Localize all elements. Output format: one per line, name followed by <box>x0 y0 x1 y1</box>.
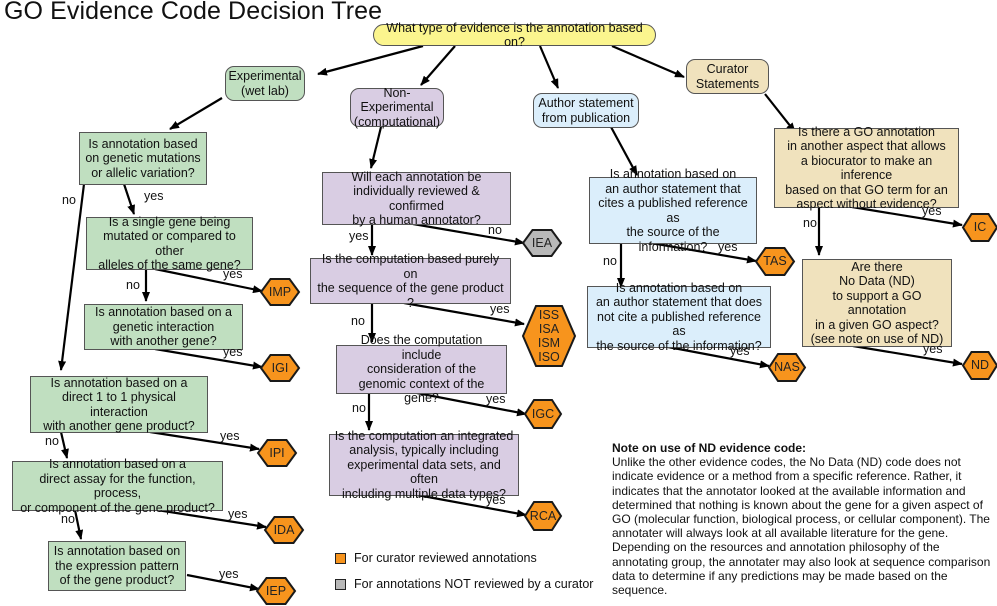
evidence-code-label: IC <box>973 220 987 234</box>
edge-label-no: no <box>61 512 75 526</box>
edge-label-no: no <box>803 216 817 230</box>
evidence-code-label: NAS <box>774 360 800 374</box>
question-expression-pattern: Is annotation based on the expression pa… <box>48 541 186 591</box>
arrow-root-nonexp <box>420 45 456 86</box>
nd-note-title: Note on use of ND evidence code: <box>612 441 807 455</box>
arrow-q3-yes <box>154 347 263 370</box>
category-author-statement: Author statement from publication <box>533 93 639 128</box>
question-physical-interaction: Is annotation based on a direct 1 to 1 p… <box>30 376 208 433</box>
evidence-code-label: IMP <box>268 285 292 299</box>
legend-item-reviewed: For curator reviewed annotations <box>335 551 537 565</box>
arrow-nonexp-to-c1 <box>369 126 383 169</box>
edge-label-yes: yes <box>228 507 248 521</box>
nd-note: Note on use of ND evidence code: Unlike … <box>612 441 997 597</box>
edge-label-yes: yes <box>718 240 738 254</box>
edge-label-yes: yes <box>490 302 510 316</box>
arrow-exp-to-q1 <box>169 97 223 130</box>
edge-label-yes: yes <box>923 342 943 356</box>
edge-label-no: no <box>488 223 502 237</box>
evidence-code-label: IGC <box>531 407 555 421</box>
question-cites-reference: Is annotation based on an author stateme… <box>589 167 757 254</box>
edge-label-no: no <box>351 314 365 328</box>
edge-label-yes: yes <box>349 229 369 243</box>
arrow-root-experimental <box>317 44 424 76</box>
arrow-cur2-yes <box>852 344 963 367</box>
edge-label-yes: yes <box>730 344 750 358</box>
question-no-data: Are there No Data (ND) to support a GO a… <box>802 259 952 347</box>
question-human-reviewed: Will each annotation be individually rev… <box>322 170 511 227</box>
question-inference-other-aspect: Is there a GO annotation in another aspe… <box>774 125 959 211</box>
evidence-code-label: IEA <box>531 236 553 250</box>
nd-note-body: Unlike the other evidence codes, the No … <box>612 455 991 598</box>
evidence-code-label: IPI <box>269 446 285 460</box>
edge-label-no: no <box>352 401 366 415</box>
edge-label-yes: yes <box>486 392 506 406</box>
edge-label-no: no <box>62 193 76 207</box>
root-question: What type of evidence is the annotation … <box>373 21 656 49</box>
question-integrated-analysis: Is the computation an integrated analysi… <box>329 429 519 501</box>
category-curator-statements: Curator Statements <box>686 59 769 94</box>
arrow-q1-yes <box>122 183 136 215</box>
edge-label-yes: yes <box>922 204 942 218</box>
edge-label-yes: yes <box>220 429 240 443</box>
edge-label-no: no <box>126 278 140 292</box>
evidence-code-label: IEP <box>265 584 287 598</box>
edge-label-no: no <box>603 254 617 268</box>
evidence-code-label: ISS ISA ISM ISO <box>537 308 561 364</box>
question-genetic-mutations: Is annotation based on genetic mutations… <box>79 132 207 185</box>
question-sequence-based: Is the computation based purely on the s… <box>310 252 511 310</box>
edge-label-no: no <box>45 434 59 448</box>
legend-label: For curator reviewed annotations <box>354 551 537 565</box>
category-non-experimental: Non-Experimental (computational) <box>350 86 444 129</box>
edge-label-yes: yes <box>486 493 506 507</box>
question-genetic-interaction: Is annotation based on a genetic interac… <box>84 304 243 350</box>
legend-item-not-reviewed: For annotations NOT reviewed by a curato… <box>335 577 593 591</box>
evidence-code-label: ND <box>970 358 990 372</box>
edge-label-yes: yes <box>223 345 243 359</box>
arrow-q4-no <box>59 431 69 459</box>
evidence-code-label: TAS <box>763 254 787 268</box>
arrow-q4-yes <box>149 430 260 452</box>
evidence-code-label: RCA <box>529 509 557 523</box>
arrow-root-curator <box>611 44 685 79</box>
question-direct-assay: Is annotation based on a direct assay fo… <box>12 457 223 515</box>
legend-swatch-orange <box>335 552 346 564</box>
category-experimental: Experimental (wet lab) <box>225 66 305 101</box>
question-single-gene: Is a single gene being mutated or compar… <box>86 215 253 272</box>
question-genomic-context: Does the computation include considerati… <box>336 333 507 405</box>
arrow-root-author <box>538 45 560 89</box>
evidence-code-label: IGI <box>271 361 289 375</box>
edge-label-yes: yes <box>219 567 239 581</box>
legend-label: For annotations NOT reviewed by a curato… <box>354 577 594 591</box>
edge-label-yes: yes <box>223 267 243 281</box>
evidence-code-label: IDA <box>273 523 295 537</box>
legend-swatch-gray <box>335 578 346 590</box>
edge-label-yes: yes <box>144 189 164 203</box>
arrow-q1-no <box>58 183 86 371</box>
question-no-reference: Is annotation based on an author stateme… <box>587 281 771 353</box>
